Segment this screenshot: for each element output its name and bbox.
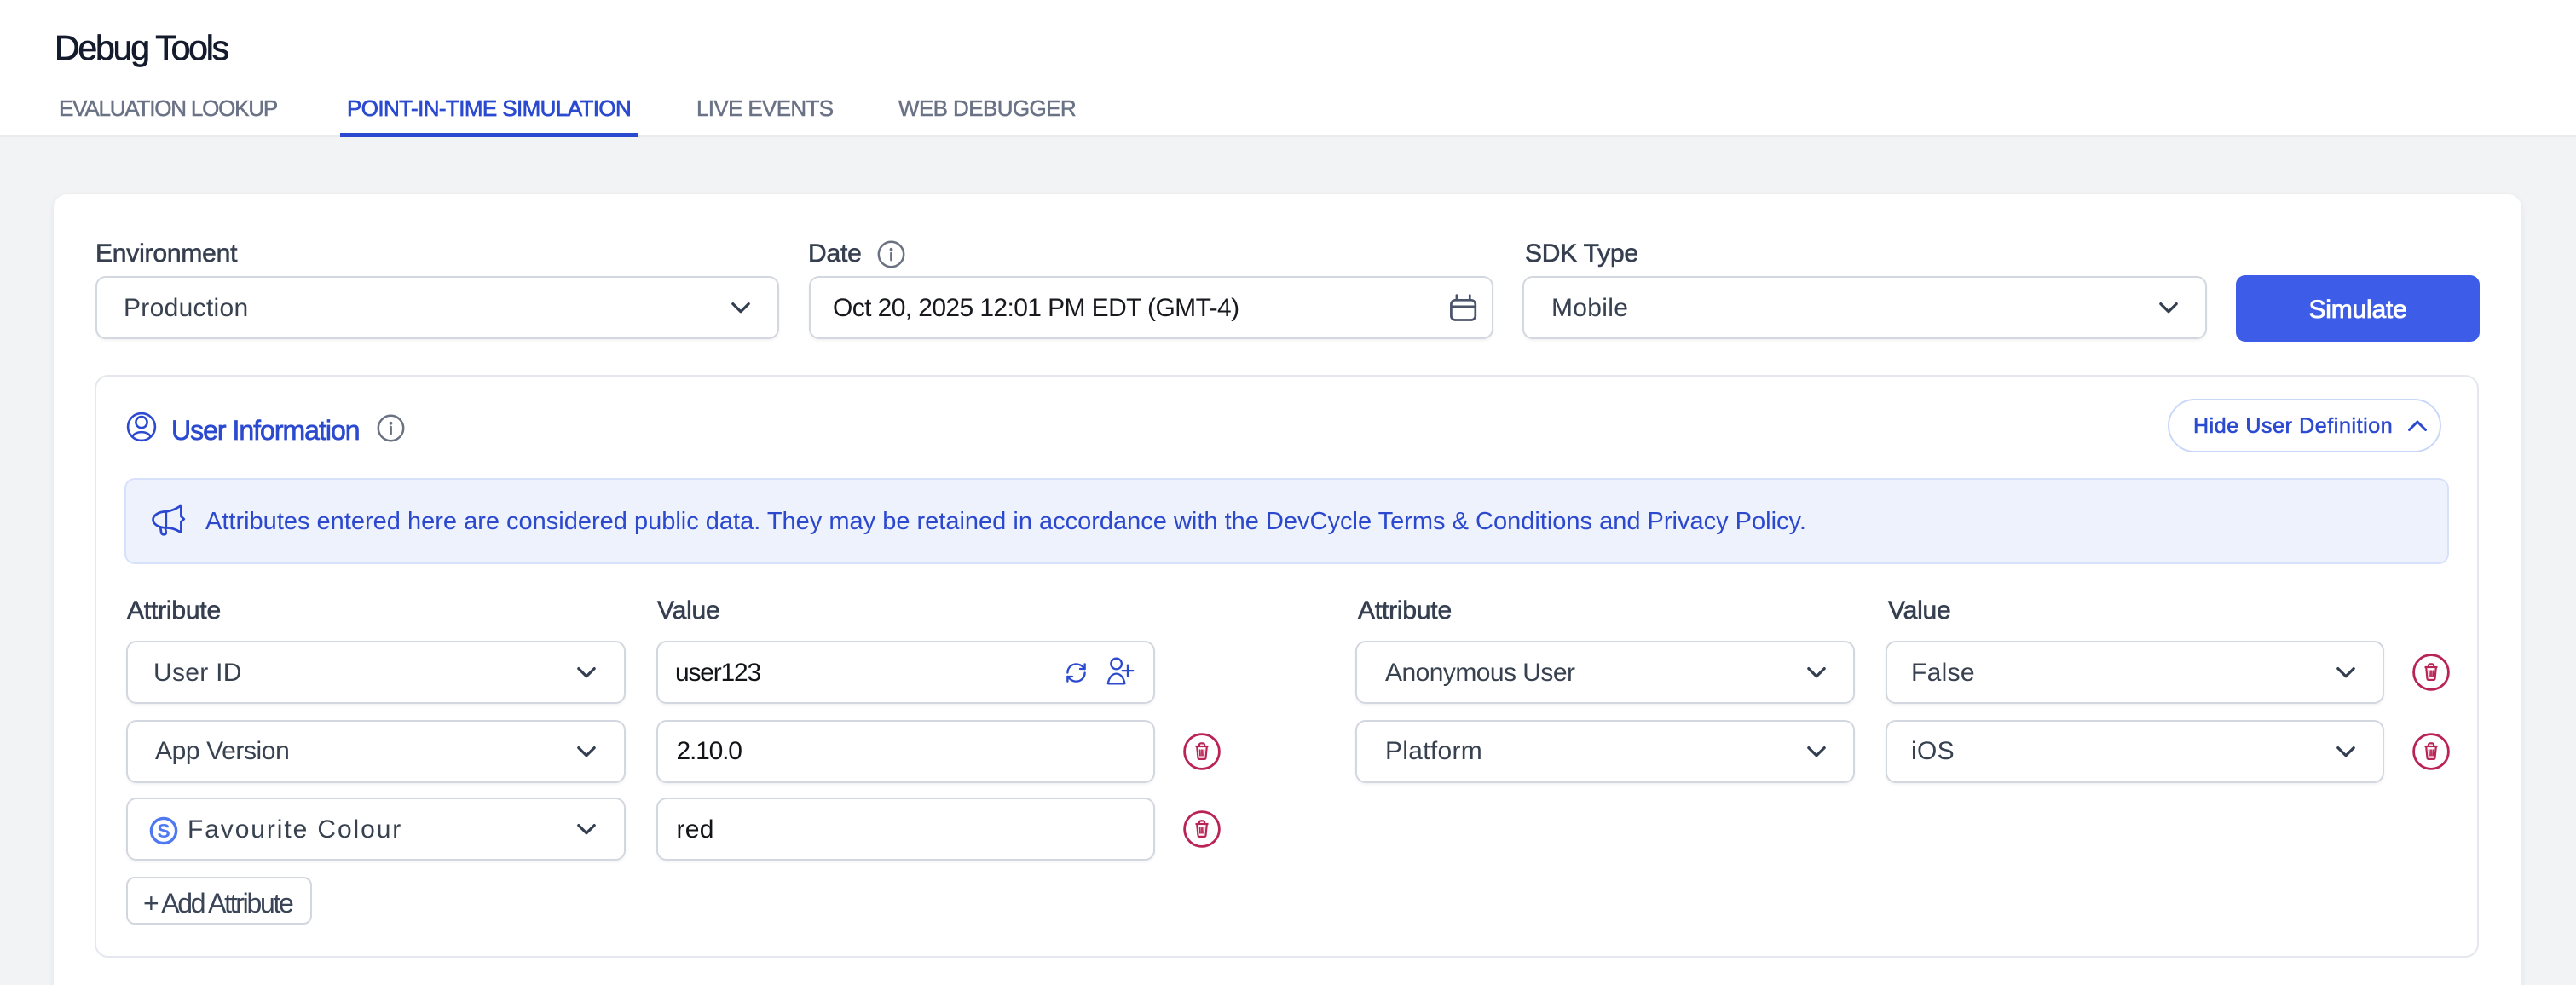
svg-text:S: S [157, 820, 170, 842]
